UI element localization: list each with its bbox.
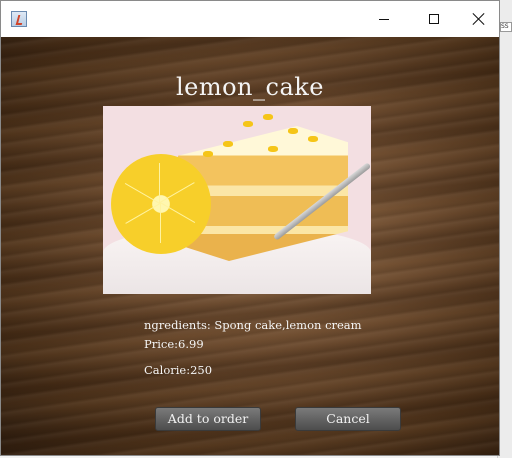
product-image	[103, 106, 371, 294]
lemon-segment-line	[160, 203, 161, 243]
lemon-zest-shape	[268, 146, 278, 152]
product-panel: lemon_cake ngredients: Spong cake,lemon …	[1, 37, 499, 455]
lemon-zest-shape	[308, 136, 318, 142]
calorie-label: Calorie:250	[144, 363, 213, 377]
minimize-button[interactable]	[361, 1, 407, 37]
lemon-segment-line	[159, 163, 160, 203]
close-icon	[473, 13, 485, 25]
lemon-zest-shape	[263, 114, 273, 120]
lemon-zest-shape	[223, 141, 233, 147]
app-window: lemon_cake ngredients: Spong cake,lemon …	[0, 0, 500, 456]
price-label: Price:6.99	[144, 337, 204, 351]
close-button[interactable]	[456, 1, 502, 37]
cancel-button[interactable]: Cancel	[295, 407, 401, 431]
add-to-order-button[interactable]: Add to order	[155, 407, 261, 431]
title-bar[interactable]	[1, 1, 499, 37]
java-cup-icon[interactable]	[11, 11, 27, 27]
lemon-zest-shape	[288, 128, 298, 134]
minimize-icon	[379, 18, 389, 20]
maximize-icon	[429, 14, 439, 24]
lemon-zest-shape	[203, 151, 213, 157]
maximize-button[interactable]	[411, 1, 457, 37]
ingredients-label: ngredients: Spong cake,lemon cream	[144, 318, 362, 332]
lemon-zest-shape	[243, 121, 253, 127]
product-title: lemon_cake	[175, 73, 325, 101]
